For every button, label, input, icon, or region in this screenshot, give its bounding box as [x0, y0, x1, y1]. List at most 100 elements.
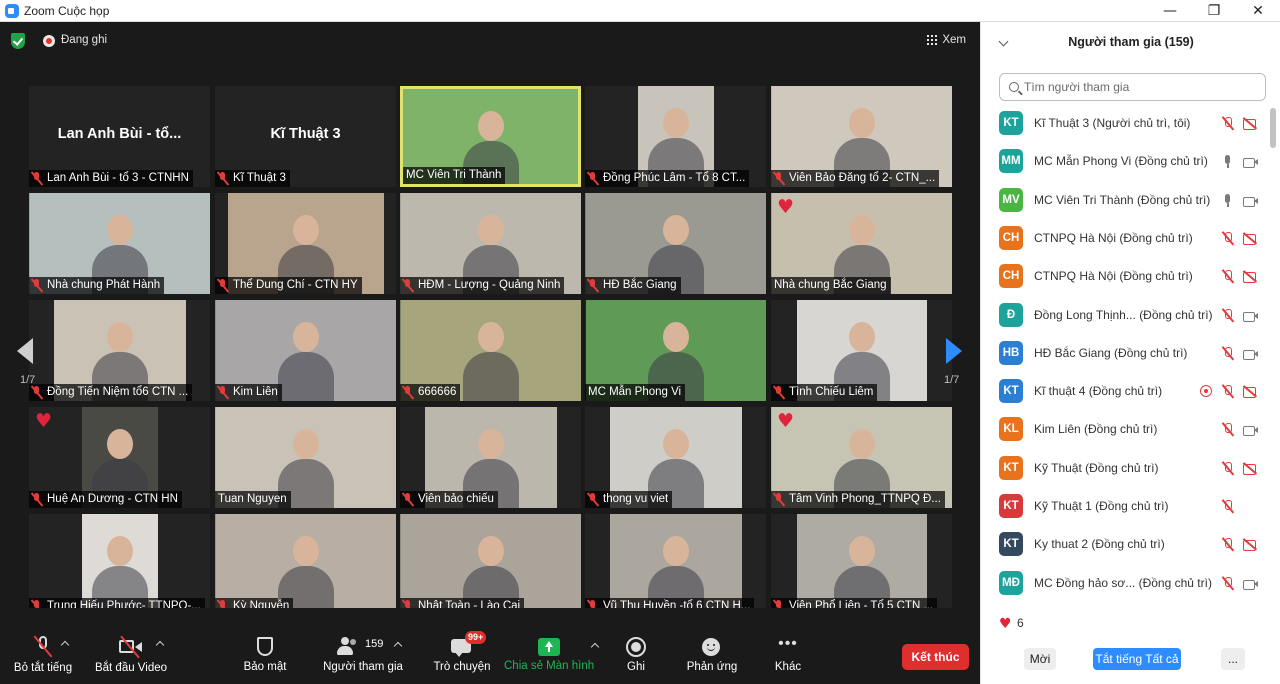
- participant-row[interactable]: MM MC Mẫn Phong Vi (Đồng chủ trì): [981, 142, 1271, 180]
- recording-label[interactable]: Đang ghi: [61, 34, 107, 46]
- reactions-button[interactable]: Phản ứng: [680, 636, 744, 684]
- tile-name-label: Nhà chung Phát Hành: [29, 277, 165, 294]
- scrollbar-thumb[interactable]: [1270, 108, 1276, 148]
- person-head-shape: [662, 322, 689, 352]
- more-button[interactable]: ••• Khác: [766, 636, 810, 684]
- share-screen-button[interactable]: Chia sẻ Màn hình: [504, 636, 600, 684]
- participants-button[interactable]: 159 Người tham gia: [318, 636, 408, 684]
- video-tile[interactable]: HĐ Bắc Giang: [585, 193, 766, 294]
- video-tile[interactable]: Nhà chung Phát Hành: [29, 193, 210, 294]
- mic-icon[interactable]: [1221, 155, 1235, 169]
- next-page-arrow-icon[interactable]: [946, 338, 962, 364]
- participant-row[interactable]: KT Kĩ thuật 4 (Đồng chủ trì): [981, 372, 1271, 410]
- restore-button[interactable]: ❐: [1192, 0, 1236, 22]
- participant-scrollbar[interactable]: [1270, 102, 1276, 582]
- video-off-icon[interactable]: [1243, 117, 1257, 130]
- security-button[interactable]: Bảo mật: [240, 636, 290, 684]
- chat-button[interactable]: 99+ Trò chuyện: [430, 631, 494, 684]
- security-shield-icon[interactable]: [11, 33, 25, 49]
- video-tile[interactable]: Kỳ Nguyễn: [215, 514, 396, 615]
- participant-row[interactable]: KT Kỹ Thuật (Đồng chủ trì): [981, 449, 1271, 487]
- video-icon[interactable]: [1243, 155, 1258, 169]
- video-tile[interactable]: Viên bảo chiếu: [400, 407, 581, 508]
- panel-header: Người tham gia (159): [981, 22, 1280, 62]
- video-tile[interactable]: Viên Bảo Đăng tổ 2- CTN_...: [771, 86, 952, 187]
- video-off-icon[interactable]: [1243, 232, 1257, 245]
- participant-search-input[interactable]: Tìm người tham gia: [999, 73, 1266, 101]
- mic-muted-icon[interactable]: [1221, 385, 1235, 398]
- participant-row[interactable]: KT Kỹ Thuật 1 (Đồng chủ trì): [981, 487, 1271, 525]
- mic-muted-icon[interactable]: [1221, 231, 1235, 245]
- video-tile[interactable]: Đồng Phúc Lâm - Tổ 8 CT...: [585, 86, 766, 187]
- video-off-icon[interactable]: [1243, 538, 1257, 552]
- mic-muted-icon[interactable]: [1221, 308, 1235, 322]
- participant-row[interactable]: CH CTNPQ Hà Nội (Đồng chủ trì): [981, 257, 1271, 295]
- video-tile[interactable]: Tình Chiếu Liêm: [771, 300, 952, 401]
- video-tile[interactable]: ♥ Tâm Vinh Phong_TTNPQ Đ...: [771, 407, 952, 508]
- participant-row[interactable]: KL Kim Liên (Đồng chủ trì): [981, 410, 1271, 448]
- invite-button[interactable]: Mời: [1024, 648, 1056, 670]
- video-tile[interactable]: Vũ Thu Huyền -tổ 6 CTN H...: [585, 514, 766, 615]
- mute-all-button[interactable]: Tắt tiếng Tất cả: [1093, 648, 1181, 670]
- video-tile[interactable]: 666666: [400, 300, 581, 401]
- video-tile[interactable]: Tuan Nguyen: [215, 407, 396, 508]
- participant-row[interactable]: Đ Đồng Long Thịnh... (Đồng chủ trì): [981, 296, 1271, 334]
- person-body-shape: [462, 352, 519, 401]
- video-tile[interactable]: Lan Anh Bùi - tổ... Lan Anh Bùi - tổ 3 - …: [29, 86, 210, 187]
- video-icon[interactable]: [1243, 194, 1258, 207]
- zoom-logo-icon: [5, 3, 19, 18]
- mic-muted-icon[interactable]: [1221, 423, 1235, 436]
- participant-row[interactable]: HB HĐ Bắc Giang (Đồng chủ trì): [981, 334, 1271, 372]
- video-icon[interactable]: [1243, 577, 1258, 590]
- video-off-icon[interactable]: [1243, 462, 1257, 475]
- start-video-button[interactable]: Bắt đầu Video: [92, 635, 170, 684]
- record-button[interactable]: Ghi: [616, 636, 656, 684]
- mic-muted-icon[interactable]: [1221, 270, 1235, 283]
- video-tile[interactable]: thong vu viet: [585, 407, 766, 508]
- person-head-shape: [106, 429, 133, 459]
- mic-muted-icon[interactable]: [1221, 576, 1235, 590]
- unmute-button[interactable]: Bỏ tắt tiếng: [8, 635, 78, 684]
- mic-muted-icon[interactable]: [1221, 117, 1235, 130]
- video-tile[interactable]: MC Viên Tri Thành: [400, 86, 581, 187]
- video-tile[interactable]: MC Mẫn Phong Vi: [585, 300, 766, 401]
- tile-name-label: Huệ An Dương - CTN HN: [29, 491, 182, 508]
- video-tile[interactable]: Thể Dung Chí - CTN HY: [215, 193, 396, 294]
- mic-muted-icon[interactable]: [1221, 538, 1235, 551]
- participant-name: CTNPQ Hà Nội (Đồng chủ trì): [1034, 269, 1193, 284]
- video-icon[interactable]: [1243, 309, 1258, 322]
- video-tile[interactable]: ♥ Nhà chung Bắc Giang: [771, 193, 952, 294]
- participant-row[interactable]: KT Ky thuat 2 (Đồng chủ trì): [981, 525, 1271, 563]
- video-tile[interactable]: Đồng Tiến Niệm tổ6 CTN ...: [29, 300, 210, 401]
- participant-name: HĐM - Lượng - Quảng Ninh: [418, 279, 561, 291]
- person-head-shape: [477, 536, 504, 566]
- video-tile[interactable]: Kĩ Thuật 3 Kĩ Thuật 3: [215, 86, 396, 187]
- participant-row[interactable]: MV MC Viên Tri Thành (Đồng chủ trì): [981, 181, 1271, 219]
- close-button[interactable]: ✕: [1236, 0, 1280, 22]
- video-off-icon[interactable]: [1243, 385, 1257, 399]
- panel-more-button[interactable]: ...: [1221, 648, 1245, 670]
- minimize-button[interactable]: —: [1148, 0, 1192, 22]
- video-tile[interactable]: ♥ Huệ An Dương - CTN HN: [29, 407, 210, 508]
- video-tile[interactable]: Viên Phổ Liên - Tổ 5 CTN ...: [771, 514, 952, 615]
- video-tile[interactable]: Kim Liên: [215, 300, 396, 401]
- video-icon[interactable]: [1243, 423, 1258, 437]
- video-tile[interactable]: Nhật Toàn - Lào Cai: [400, 514, 581, 615]
- end-meeting-button[interactable]: Kết thúc: [902, 644, 969, 670]
- prev-page-arrow-icon[interactable]: [17, 338, 33, 364]
- mic-icon[interactable]: [1221, 193, 1235, 207]
- tile-name-label: Đồng Tiến Niệm tổ6 CTN ...: [29, 384, 193, 401]
- video-tile[interactable]: HĐM - Lượng - Quảng Ninh: [400, 193, 581, 294]
- mic-muted-icon[interactable]: [1221, 346, 1235, 360]
- participants-icon: 159: [333, 637, 403, 657]
- video-off-icon[interactable]: [1243, 270, 1257, 284]
- mic-muted-icon[interactable]: [1221, 461, 1235, 475]
- mic-muted-icon[interactable]: [1221, 500, 1235, 513]
- participant-row[interactable]: MĐ MC Đồng hảo sơ... (Đồng chủ trì): [981, 564, 1271, 602]
- view-button[interactable]: Xem: [927, 34, 966, 46]
- video-icon[interactable]: [1243, 347, 1258, 360]
- video-tile[interactable]: Trung Hiếu Phước- TTNPQ-...: [29, 514, 210, 615]
- participant-row[interactable]: KT Kĩ Thuật 3 (Người chủ trì, tôi): [981, 104, 1271, 142]
- participant-name: Viên Bảo Đăng tổ 2- CTN_...: [789, 172, 936, 184]
- participant-row[interactable]: CH CTNPQ Hà Nội (Đồng chủ trì): [981, 219, 1271, 257]
